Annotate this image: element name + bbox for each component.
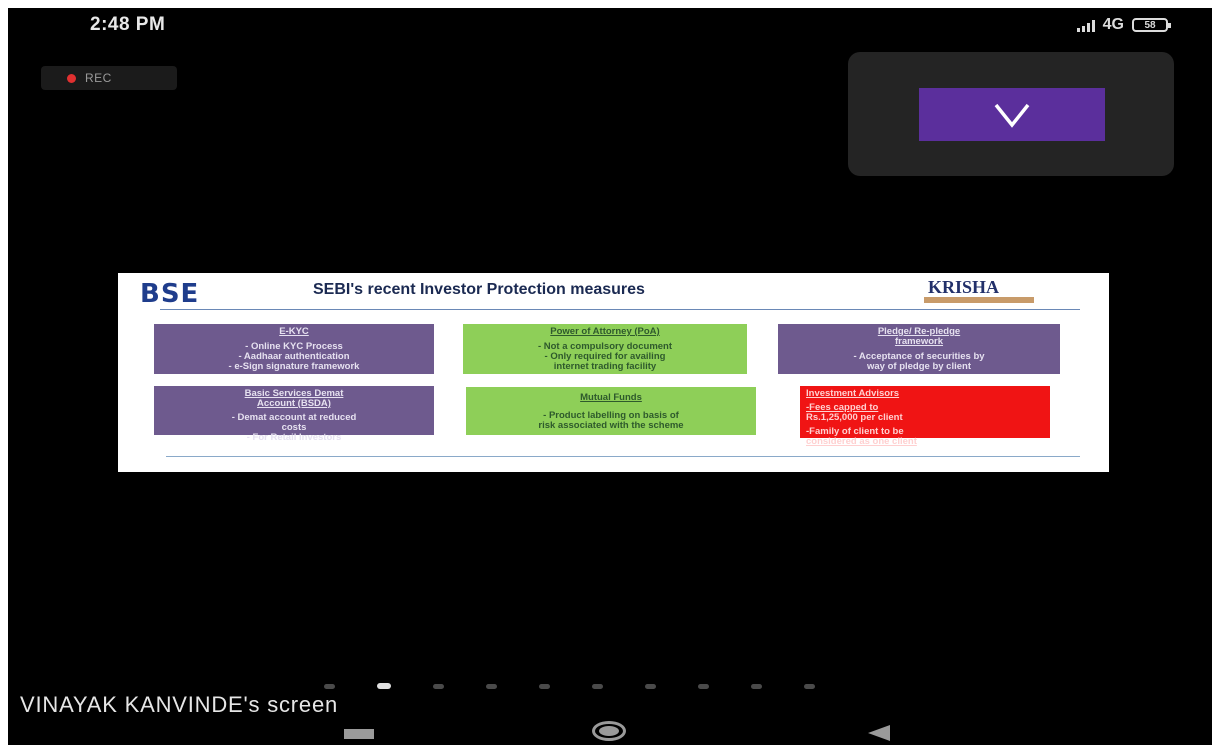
phone-screen: 2:48 PM 4G 58 REC BSE SEBI's recent Inve… [8,8,1212,745]
page-dot[interactable] [698,683,709,689]
box-mutual-funds: Mutual Funds - Product labelling on basi… [466,387,756,435]
screen-owner-label: VINAYAK KANVINDE's screen [20,692,339,717]
page-dot[interactable] [804,683,815,689]
status-icons: 4G 58 [1076,16,1171,34]
participant-avatar [919,88,1105,141]
back-button[interactable] [868,725,890,741]
participant-initial-icon [994,103,1030,128]
page-dot[interactable] [486,683,497,689]
battery-icon: 58 [1132,18,1171,32]
box-line: internet trading facility [553,361,657,372]
home-icon [599,726,619,736]
box-line: - e-Sign signature framework [228,361,360,372]
record-dot-icon [67,73,76,83]
status-time: 2:48 PM [90,14,166,35]
box-title: Mutual Funds [580,392,642,403]
recording-label: REC [85,71,112,85]
signal-icon [1076,18,1095,32]
krisha-logo-bar [924,297,1034,303]
box-pledge: Pledge/ Re-pledge framework - Acceptance… [778,324,1060,374]
box-title-line2: framework [894,336,944,347]
box-title-line2: Account (BSDA) [257,398,331,409]
box-title: E-KYC [279,326,309,337]
box-line: risk associated with the scheme [538,420,684,431]
krisha-logo: KRISHA [928,277,1000,297]
recents-button[interactable] [344,729,374,739]
page-indicator[interactable] [324,683,815,689]
box-ekyc: E-KYC - Online KYC Process - Aadhaar aut… [154,324,434,374]
box-title: Investment Advisors [806,388,900,399]
page-dot-active[interactable] [377,683,391,689]
box-title: Power of Attorney (PoA) [550,326,660,337]
shared-slide: BSE SEBI's recent Investor Protection me… [118,273,1109,472]
page-dot[interactable] [433,683,444,689]
page-dot[interactable] [324,683,335,689]
box-poa: Power of Attorney (PoA) - Not a compulso… [463,324,747,374]
box-bsda: Basic Services Demat Account (BSDA) - De… [154,386,434,443]
box-line: - For Retail Investors [246,432,342,443]
participant-video-tile[interactable] [848,52,1174,176]
page-dot[interactable] [539,683,550,689]
slide-divider-bottom [166,456,1080,457]
box-line: Rs.1,25,000 per client [806,412,903,423]
slide-title: SEBI's recent Investor Protection measur… [313,281,645,298]
box-line: considered as one client [806,436,917,447]
recording-indicator: REC [41,66,177,90]
network-type: 4G [1102,16,1124,33]
bse-logo: BSE [140,279,200,309]
box-investment-advisors: Investment Advisors -Fees capped to Rs.1… [800,386,1050,447]
page-dot[interactable] [645,683,656,689]
home-button[interactable] [592,721,626,741]
slide-divider-top [160,309,1080,310]
page-dot[interactable] [592,683,603,689]
box-line: way of pledge by client [867,361,971,372]
page-dot[interactable] [751,683,762,689]
battery-level: 58 [1144,19,1156,31]
